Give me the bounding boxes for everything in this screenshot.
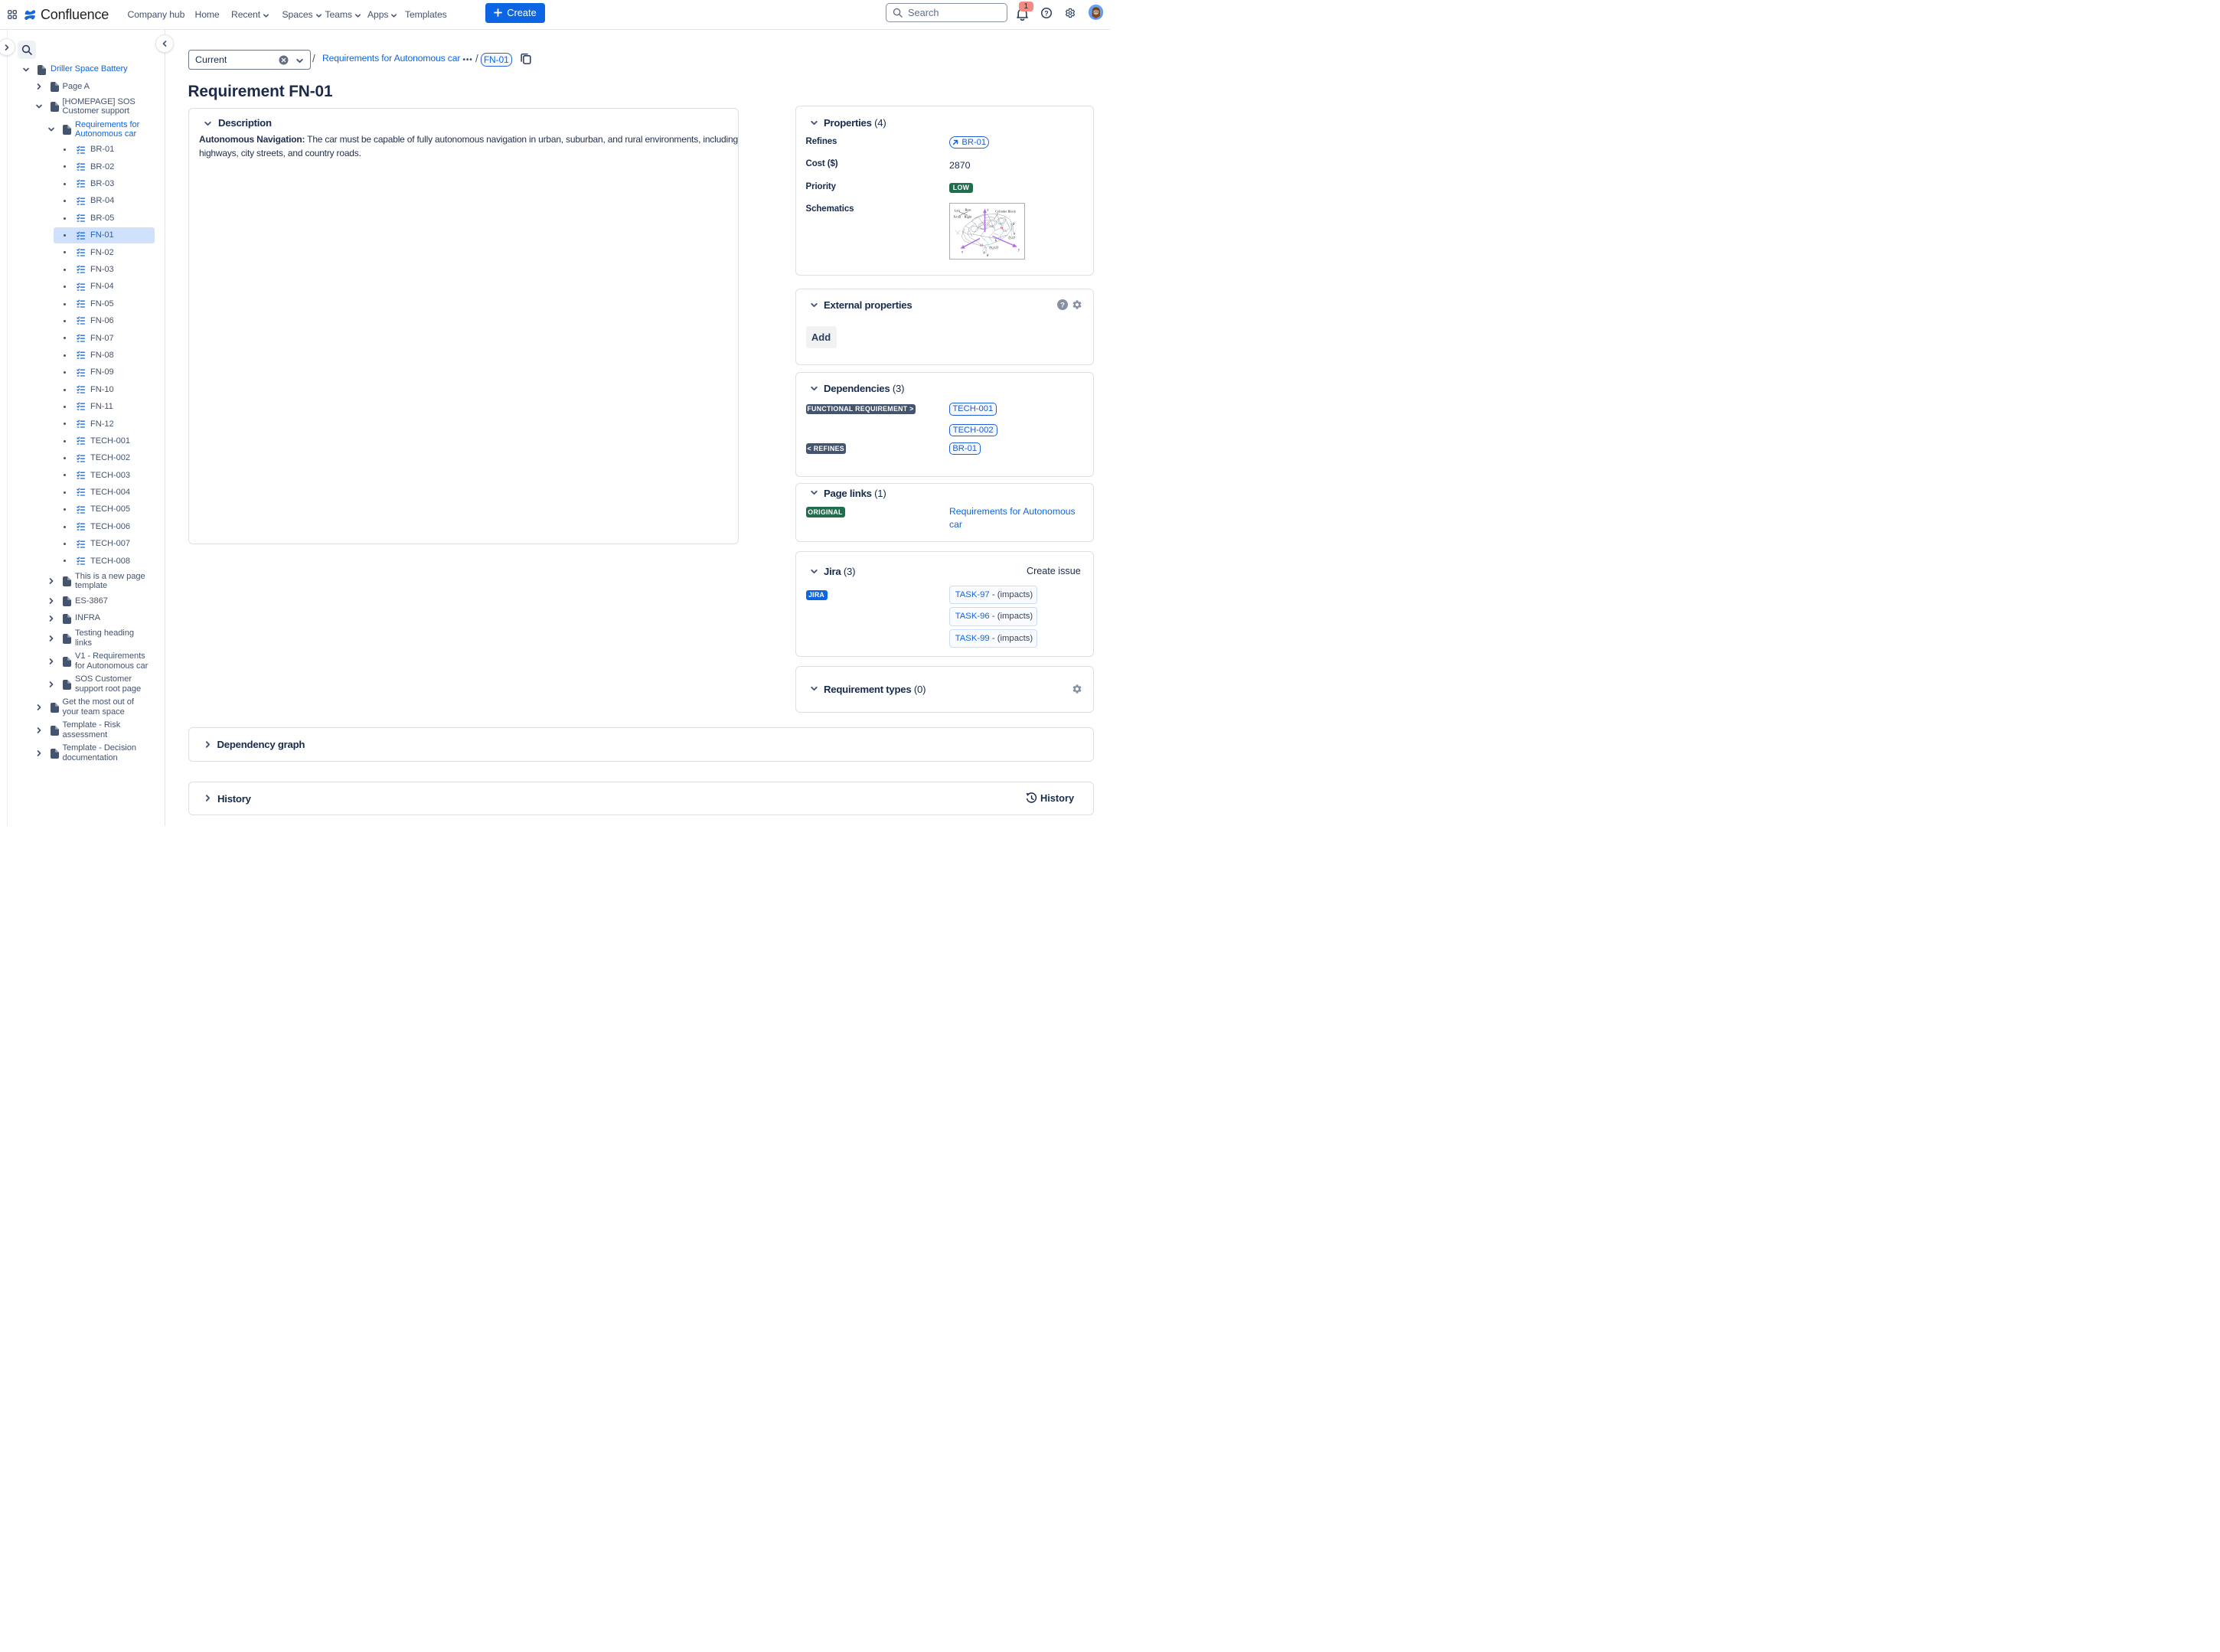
svg-text:Cylinder Block: Cylinder Block	[995, 210, 1017, 214]
svg-text:z: z	[987, 209, 989, 213]
svg-text:?: ?	[1044, 9, 1048, 17]
svg-text:(y,z): (y,z)	[1009, 237, 1016, 240]
svg-text:?: ?	[1060, 301, 1065, 309]
svg-text:Right: Right	[965, 215, 973, 219]
svg-text:Rear: Rear	[965, 208, 972, 212]
